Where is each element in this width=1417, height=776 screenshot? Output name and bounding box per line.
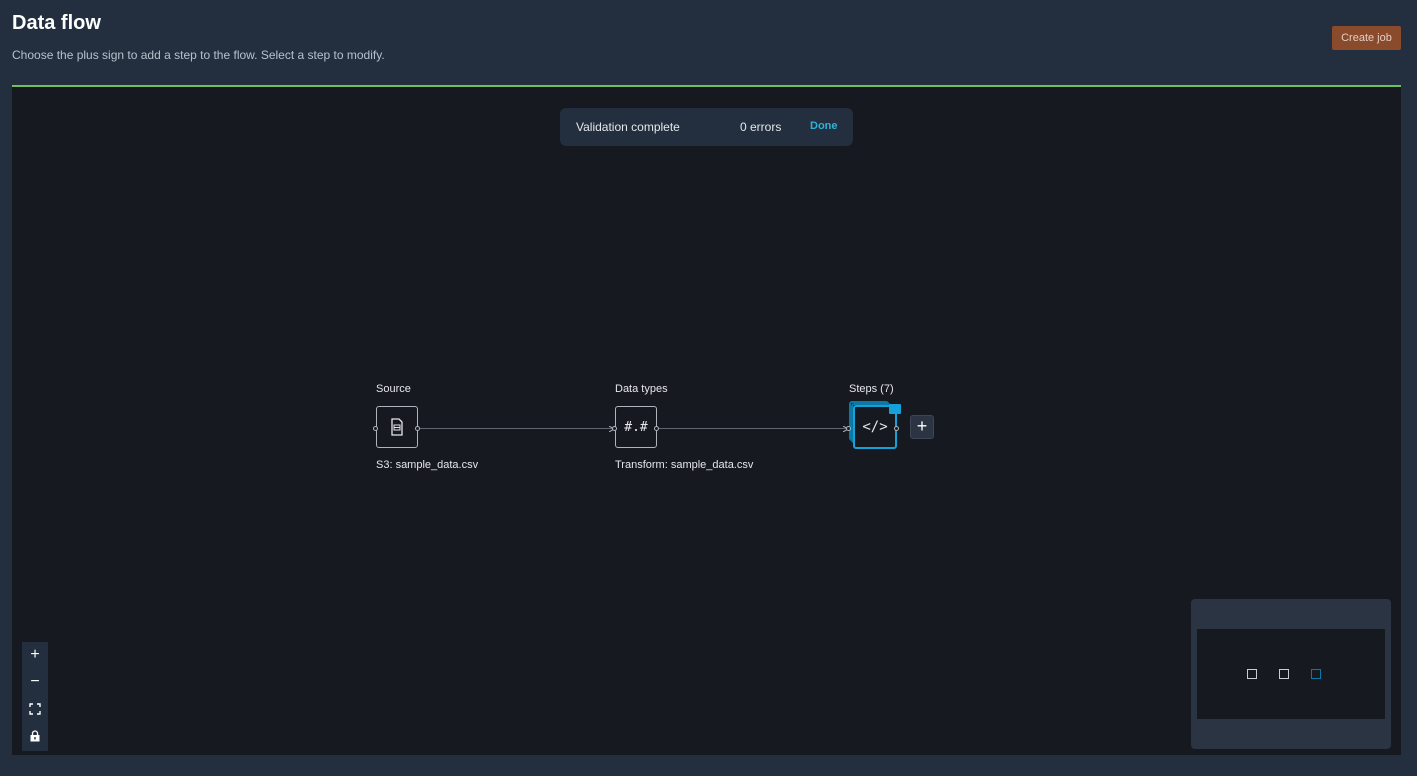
number-format-icon: #.# (624, 419, 648, 435)
source-node-caption: S3: sample_data.csv (376, 459, 479, 471)
datatypes-input-port[interactable] (612, 426, 617, 431)
minimap[interactable] (1191, 599, 1391, 749)
plus-icon: + (30, 646, 40, 663)
zoom-in-button[interactable]: + (22, 642, 48, 668)
minimap-node (1279, 669, 1289, 679)
validation-title: Validation complete (576, 120, 680, 134)
steps-node-label: Steps (7) (849, 383, 894, 395)
validation-done-button[interactable]: Done (810, 120, 838, 132)
zoom-controls: + − (22, 642, 48, 751)
source-node-label: Source (376, 383, 411, 395)
document-icon (391, 418, 403, 436)
fit-view-button[interactable] (22, 696, 48, 722)
source-input-port[interactable] (373, 426, 378, 431)
page-subtitle: Choose the plus sign to add a step to th… (12, 48, 385, 62)
add-step-button[interactable]: + (910, 415, 934, 439)
code-icon: </> (862, 419, 888, 435)
minimap-node (1247, 669, 1257, 679)
fit-view-icon (29, 703, 41, 715)
edge-source-datatypes (420, 428, 613, 429)
source-node[interactable] (376, 406, 418, 448)
flow-canvas[interactable]: Validation complete 0 errors Done Source… (12, 85, 1401, 755)
edge-datatypes-steps (659, 428, 846, 429)
steps-input-port[interactable] (846, 426, 851, 431)
datatypes-node-caption: Transform: sample_data.csv (615, 459, 754, 471)
lock-button[interactable] (22, 723, 48, 749)
minimap-node (1311, 669, 1321, 679)
minus-icon: − (30, 673, 40, 690)
page-title: Data flow (12, 12, 101, 34)
steps-output-port[interactable] (894, 426, 899, 431)
datatypes-node-label: Data types (615, 383, 668, 395)
minimap-viewport (1197, 629, 1385, 719)
lock-icon (30, 730, 40, 742)
datatypes-node[interactable]: #.# (615, 406, 657, 448)
create-job-button[interactable]: Create job (1332, 26, 1401, 50)
validation-error-count: 0 errors (740, 120, 782, 134)
zoom-out-button[interactable]: − (22, 669, 48, 695)
validation-banner: Validation complete 0 errors Done (560, 108, 853, 146)
steps-badge-icon (889, 404, 901, 414)
